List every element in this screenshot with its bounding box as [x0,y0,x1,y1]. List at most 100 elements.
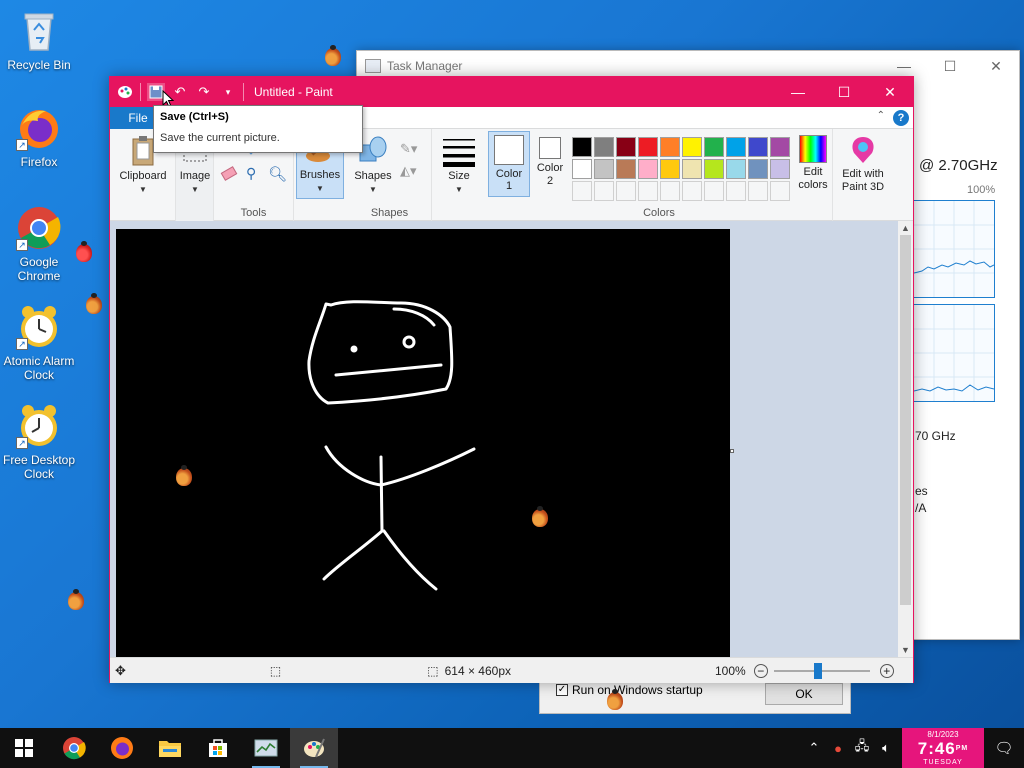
desktop-icon-recycle-bin[interactable]: Recycle Bin [0,8,78,72]
ok-button[interactable]: OK [765,683,843,705]
palette-swatch[interactable] [770,181,790,201]
scroll-up-icon[interactable]: ▲ [901,223,910,233]
desktop-icon-label: Free Desktop Clock [2,453,76,481]
palette-swatch[interactable] [638,181,658,201]
palette-swatch[interactable] [704,181,724,201]
outline-icon[interactable]: ✎▾ [400,141,417,157]
network-icon[interactable]: 🖧︎ [850,737,874,759]
palette-swatch[interactable] [594,159,614,179]
palette-swatch[interactable] [770,137,790,157]
ladybug-sprite [76,241,92,262]
taskbar-store[interactable] [194,728,242,768]
task-manager-title: Task Manager [387,59,463,73]
color2-button[interactable]: Color 2 [532,137,568,188]
palette-swatch[interactable] [616,159,636,179]
zoom-in-button[interactable]: + [879,663,894,678]
palette-swatch[interactable] [660,181,680,201]
palette-swatch[interactable] [704,137,724,157]
palette-swatch[interactable] [704,159,724,179]
palette-swatch[interactable] [660,159,680,179]
canvas-resize-handle[interactable] [730,449,734,453]
palette-swatch[interactable] [572,159,592,179]
palette-swatch[interactable] [726,159,746,179]
clipboard-label: Clipboard [119,170,167,182]
clock-ampm: PM [955,745,969,752]
taskbar-clock[interactable]: 8/1/2023 7:46PM TUESDAY [902,728,984,768]
palette-swatch[interactable] [616,181,636,201]
canvas-dimensions: 614 × 460px [444,663,511,678]
start-button[interactable] [0,728,48,768]
tm-maximize-button[interactable]: ☐ [927,51,973,81]
color-picker-icon[interactable]: ⚲ [246,165,256,182]
palette-swatch[interactable] [748,137,768,157]
paint-titlebar[interactable]: ↶ ↷ ▾ Untitled - Paint — ☐ ✕ [110,77,913,107]
palette-swatch[interactable] [572,181,592,201]
task-manager-icon [365,59,381,73]
cpu-graph [913,304,995,402]
edit-with-paint3d-button[interactable]: Edit with Paint 3D [835,135,891,194]
palette-swatch[interactable] [638,159,658,179]
desktop-icon-chrome[interactable]: ↗ Google Chrome [0,205,78,283]
fill-shape-icon[interactable]: ◭▾ [400,163,417,179]
action-center-icon[interactable]: 🗨︎ [984,739,1024,757]
maximize-button[interactable]: ☐ [821,77,867,107]
taskbar-firefox[interactable] [98,728,146,768]
zoom-slider[interactable] [773,662,870,679]
scroll-down-icon[interactable]: ▼ [901,645,910,655]
palette-swatch[interactable] [594,137,614,157]
palette-swatch[interactable] [726,137,746,157]
ladybug-tray-icon[interactable]: ● [826,741,850,756]
cpu-info-fragment: /A [915,501,927,515]
palette-swatch[interactable] [682,137,702,157]
drawing-canvas[interactable] [116,229,730,657]
magnifier-icon[interactable]: 🔍︎ [268,165,287,183]
size-button[interactable]: Size ▼ [436,135,482,196]
taskbar-file-explorer[interactable] [146,728,194,768]
colors-group: Color 1 Color 2 Edit colors Colors [486,129,833,221]
palette-swatch[interactable] [594,181,614,201]
run-on-startup-checkbox[interactable]: ✓ Run on Windows startup [556,683,703,697]
checkbox-box[interactable]: ✓ [556,684,568,696]
edit-colors-button[interactable]: Edit colors [792,135,834,192]
customize-qat-icon[interactable]: ▾ [219,83,237,101]
paint-window[interactable]: ↶ ↷ ▾ Untitled - Paint — ☐ ✕ File ⌃ ? Cl… [109,76,914,683]
palette-swatch[interactable] [726,181,746,201]
minimize-button[interactable]: — [775,77,821,107]
desktop-icon-firefox[interactable]: ↗ Firefox [0,105,78,169]
palette-swatch[interactable] [638,137,658,157]
color1-button[interactable]: Color 1 [488,131,530,197]
close-button[interactable]: ✕ [867,77,913,107]
zoom-out-button[interactable]: − [753,663,768,678]
taskbar-paint[interactable] [290,728,338,768]
alarm-clock-icon: ↗ [16,304,62,350]
tm-close-button[interactable]: ✕ [973,51,1019,81]
folder-icon [159,741,181,757]
color2-swatch [539,137,561,159]
eraser-icon[interactable] [220,166,238,181]
cpu-percent-label: 100% [967,184,996,196]
taskbar-task-manager[interactable] [242,728,290,768]
palette-swatch[interactable] [770,159,790,179]
volume-icon[interactable]: 🔈︎ [874,740,898,756]
help-button[interactable]: ? [893,110,909,126]
scrollbar-thumb[interactable] [900,235,911,605]
palette-swatch[interactable] [572,137,592,157]
paint3d-group: Edit with Paint 3D [833,129,893,221]
cursor-position-icon: ✥ [115,662,126,678]
palette-swatch[interactable] [616,137,636,157]
taskbar-chrome[interactable] [50,728,98,768]
collapse-ribbon-icon[interactable]: ⌃ [877,110,885,121]
desktop-icon-free-desktop-clock[interactable]: ↗ Free Desktop Clock [0,403,78,481]
redo-icon[interactable]: ↷ [195,83,213,101]
palette-swatch[interactable] [748,181,768,201]
paint-app-icon[interactable] [116,83,134,101]
palette-swatch[interactable] [682,181,702,201]
palette-swatch[interactable] [748,159,768,179]
paint-icon [304,738,325,758]
palette-swatch[interactable] [682,159,702,179]
desktop-icon-atomic-alarm-clock[interactable]: ↗ Atomic Alarm Clock [0,304,78,382]
show-hidden-icons-icon[interactable]: ⌃ [802,740,826,756]
palette-swatch[interactable] [660,137,680,157]
vertical-scrollbar[interactable]: ▲ ▼ [898,221,913,657]
zoom-slider-thumb[interactable] [813,662,822,679]
